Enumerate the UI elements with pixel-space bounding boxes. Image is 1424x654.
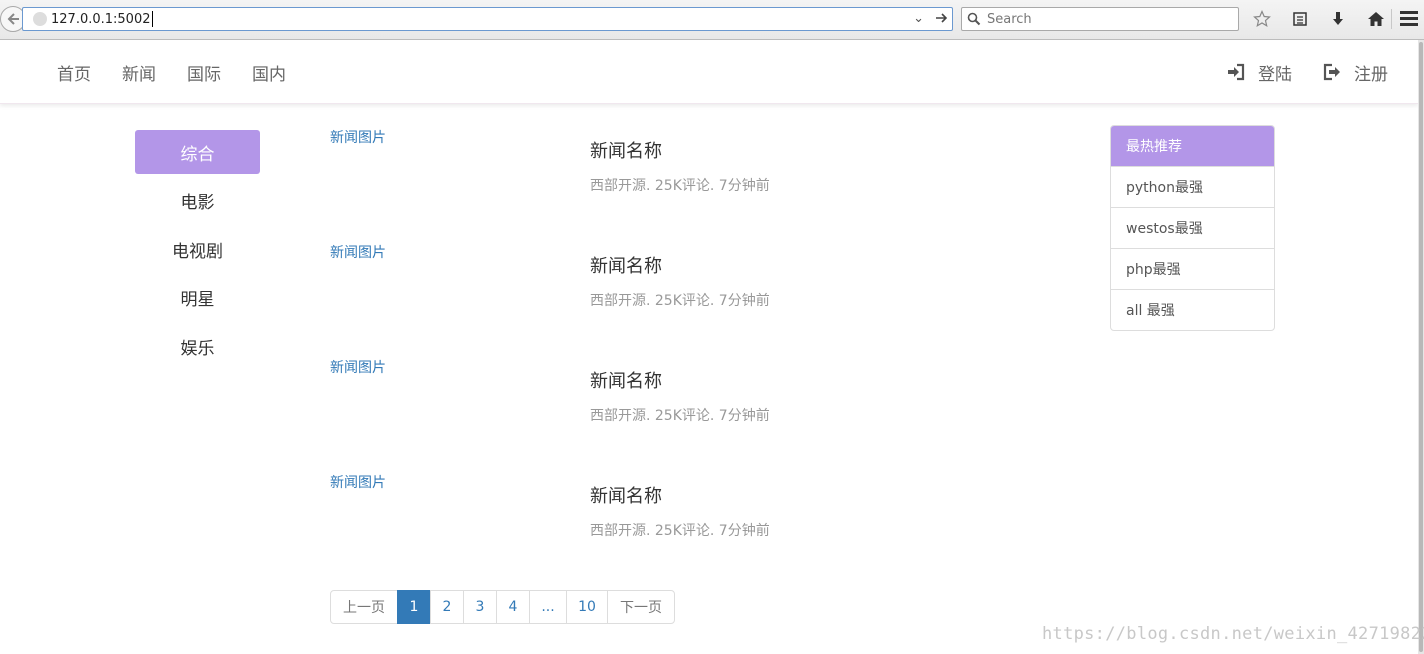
- reading-list-icon[interactable]: [1288, 8, 1312, 30]
- news-meta: 西部开源. 25K评论. 7分钟前: [590, 178, 770, 194]
- news-image-link[interactable]: 新闻图片: [330, 472, 386, 492]
- go-arrow-icon[interactable]: [934, 11, 948, 25]
- category-item-general[interactable]: 综合: [135, 130, 260, 174]
- hot-recommendations-panel: 最热推荐 python最强 westos最强 php最强 all 最强: [1110, 125, 1275, 331]
- page-button-3[interactable]: 3: [463, 590, 497, 624]
- news-meta: 西部开源. 25K评论. 7分钟前: [590, 523, 770, 539]
- arrow-left-icon: [7, 13, 19, 25]
- page-ellipsis[interactable]: ...: [529, 590, 567, 624]
- news-item: 新闻图片 新闻名称 西部开源. 25K评论. 7分钟前: [330, 357, 1030, 457]
- bookmark-star-icon[interactable]: [1250, 8, 1274, 30]
- home-icon[interactable]: [1364, 8, 1388, 30]
- url-bar-actions: ⌄: [913, 11, 948, 26]
- search-icon: [967, 12, 981, 26]
- register-label: 注册: [1354, 64, 1388, 85]
- category-item-celebrities[interactable]: 明星: [135, 276, 260, 320]
- news-image-link[interactable]: 新闻图片: [330, 242, 386, 262]
- register-link[interactable]: 注册: [1322, 60, 1388, 85]
- category-item-tv-series[interactable]: 电视剧: [135, 227, 260, 271]
- search-bar[interactable]: Search: [961, 7, 1239, 31]
- news-title[interactable]: 新闻名称: [590, 367, 662, 393]
- news-image-link[interactable]: 新闻图片: [330, 127, 386, 147]
- news-item: 新闻图片 新闻名称 西部开源. 25K评论. 7分钟前: [330, 472, 1030, 572]
- hot-item[interactable]: php最强: [1111, 248, 1274, 289]
- pagination: 上一页 1 2 3 4 ... 10 下一页: [330, 590, 675, 624]
- page-button-4[interactable]: 4: [496, 590, 530, 624]
- site-navbar: 首页 新闻 国际 国内 登陆 注册: [0, 40, 1418, 104]
- toolbar-separator: [1391, 9, 1392, 29]
- nav-link-home[interactable]: 首页: [57, 60, 91, 85]
- nav-link-international[interactable]: 国际: [187, 60, 221, 85]
- download-icon[interactable]: [1326, 8, 1350, 30]
- main-nav: 首页 新闻 国际 国内: [57, 40, 286, 104]
- nav-link-domestic[interactable]: 国内: [252, 60, 286, 85]
- browser-toolbar-icons: [1250, 8, 1388, 30]
- log-in-icon: [1228, 63, 1245, 81]
- hot-item[interactable]: westos最强: [1111, 207, 1274, 248]
- hot-item[interactable]: all 最强: [1111, 289, 1274, 330]
- text-caret: [151, 11, 153, 27]
- page-button-1[interactable]: 1: [397, 590, 431, 624]
- scrollbar-thumb[interactable]: [1419, 42, 1423, 652]
- news-title[interactable]: 新闻名称: [590, 252, 662, 278]
- category-item-entertainment[interactable]: 娱乐: [135, 324, 260, 368]
- category-item-movies[interactable]: 电影: [135, 179, 260, 223]
- hot-item[interactable]: python最强: [1111, 166, 1274, 207]
- site-identity-icon[interactable]: [33, 12, 47, 26]
- chevron-down-icon[interactable]: ⌄: [913, 11, 924, 26]
- news-title[interactable]: 新闻名称: [590, 482, 662, 508]
- news-item: 新闻图片 新闻名称 西部开源. 25K评论. 7分钟前: [330, 127, 1030, 227]
- news-meta: 西部开源. 25K评论. 7分钟前: [590, 408, 770, 424]
- log-out-icon: [1323, 63, 1340, 81]
- nav-link-news[interactable]: 新闻: [122, 60, 156, 85]
- news-title[interactable]: 新闻名称: [590, 137, 662, 163]
- news-meta: 西部开源. 25K评论. 7分钟前: [590, 293, 770, 309]
- login-link[interactable]: 登陆: [1226, 60, 1292, 85]
- next-page-button[interactable]: 下一页: [607, 590, 675, 624]
- search-placeholder: Search: [987, 11, 1032, 27]
- category-menu: 综合 电影 电视剧 明星 娱乐: [135, 130, 260, 373]
- browser-toolbar: 127.0.0.1:5002 ⌄ Search: [0, 0, 1424, 40]
- hamburger-menu-icon[interactable]: [1400, 11, 1418, 29]
- hot-panel-title: 最热推荐: [1111, 126, 1274, 166]
- page-button-2[interactable]: 2: [430, 590, 464, 624]
- login-label: 登陆: [1258, 64, 1292, 85]
- page-button-10[interactable]: 10: [566, 590, 608, 624]
- news-item: 新闻图片 新闻名称 西部开源. 25K评论. 7分钟前: [330, 242, 1030, 342]
- url-text[interactable]: 127.0.0.1:5002: [51, 12, 151, 27]
- auth-nav: 登陆 注册: [1226, 40, 1388, 104]
- news-image-link[interactable]: 新闻图片: [330, 357, 386, 377]
- watermark-text: https://blog.csdn.net/weixin_42719822: [1042, 624, 1424, 644]
- url-bar[interactable]: 127.0.0.1:5002 ⌄: [22, 7, 953, 31]
- prev-page-button[interactable]: 上一页: [330, 590, 398, 624]
